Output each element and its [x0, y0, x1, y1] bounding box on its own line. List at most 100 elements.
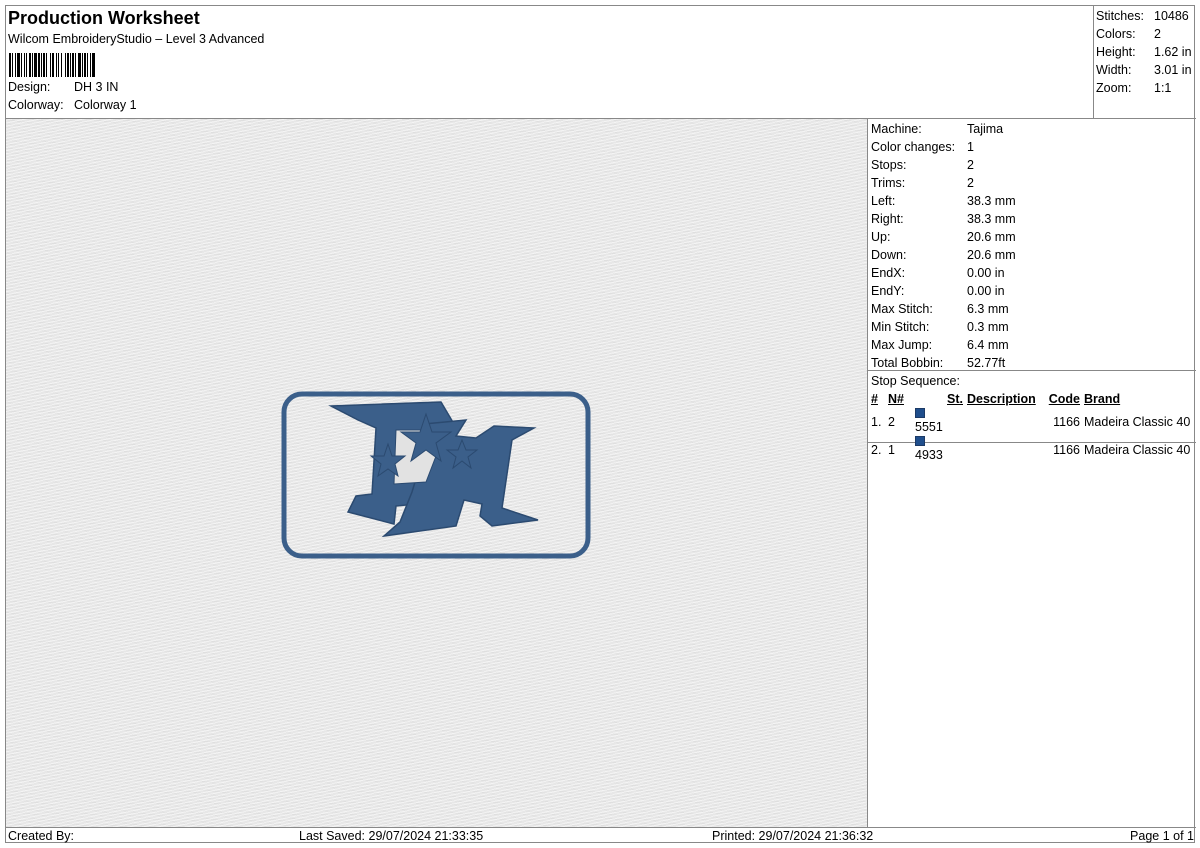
- machine-value: 20.6 mm: [967, 230, 1016, 244]
- row-brand: Madeira Classic 40: [1084, 443, 1191, 457]
- barcode-bar: [90, 53, 91, 77]
- barcode-bar: [43, 53, 45, 77]
- design-value: DH 3 IN: [74, 80, 119, 94]
- machine-value: 38.3 mm: [967, 194, 1016, 208]
- machine-info: Machine: Tajima Color changes: 1 Stops: 2 T…: [868, 119, 1196, 371]
- col-code: Code: [1048, 392, 1080, 406]
- summary-value: 3.01 in: [1154, 63, 1192, 77]
- machine-label: EndX:: [871, 266, 906, 280]
- barcode-bar: [52, 53, 54, 77]
- row-num: 2.: [871, 443, 882, 457]
- barcode-bar: [9, 53, 11, 77]
- summary-label: Stitches:: [1096, 9, 1144, 23]
- machine-value: 2: [967, 158, 974, 172]
- printed-date: Printed: 29/07/2024 21:36:32: [712, 829, 874, 843]
- machine-value: 0.00 in: [967, 266, 1005, 280]
- machine-row: Down: 20.6 mm: [871, 246, 1196, 264]
- machine-row: Left: 38.3 mm: [871, 192, 1196, 210]
- barcode-bar: [72, 53, 74, 77]
- row-code: 1166: [1053, 415, 1080, 429]
- summary-row: Zoom: 1:1: [1096, 79, 1196, 97]
- summary-value: 10486: [1154, 9, 1189, 23]
- summary-value: 2: [1154, 27, 1161, 41]
- summary-row: Width: 3.01 in: [1096, 61, 1196, 79]
- software-name: Wilcom EmbroideryStudio – Level 3 Advanc…: [8, 32, 265, 46]
- col-stitches: St.: [947, 392, 963, 406]
- barcode-bar: [12, 53, 13, 77]
- stop-sequence-title: Stop Sequence:: [871, 374, 960, 388]
- barcode-bar: [65, 53, 66, 77]
- colorway-row: Colorway: Colorway 1: [8, 96, 1088, 114]
- barcode-bar: [21, 53, 22, 77]
- colorway-label: Colorway:: [8, 98, 64, 112]
- design-row: Design: DH 3 IN: [8, 78, 1088, 96]
- machine-row: Right: 38.3 mm: [871, 210, 1196, 228]
- machine-value: 6.3 mm: [967, 302, 1009, 316]
- machine-label: Trims:: [871, 176, 906, 190]
- col-num: #: [871, 392, 878, 406]
- barcode-bar: [84, 53, 86, 77]
- barcode-bar: [67, 53, 69, 77]
- barcode-bar: [92, 53, 95, 77]
- machine-label: EndY:: [871, 284, 905, 298]
- machine-row: Machine: Tajima: [871, 120, 1196, 138]
- machine-label: Total Bobbin:: [871, 356, 944, 370]
- summary-label: Zoom:: [1096, 81, 1132, 95]
- row-needle: 1: [888, 443, 895, 457]
- machine-label: Stops:: [871, 158, 907, 172]
- barcode-bar: [26, 53, 27, 77]
- design-preview: [6, 119, 868, 827]
- machine-label: Left:: [871, 194, 896, 208]
- worksheet-footer: Created By: Last Saved: 29/07/2024 21:33…: [6, 827, 1196, 844]
- machine-value: 38.3 mm: [967, 212, 1016, 226]
- barcode-bar: [38, 53, 40, 77]
- barcode-bar: [58, 53, 59, 77]
- color-swatch: [915, 408, 925, 418]
- design-summary: Stitches: 10486 Colors: 2 Height: 1.62 in W…: [1093, 6, 1196, 119]
- machine-label: Min Stitch:: [871, 320, 930, 334]
- col-needle: N#: [888, 392, 904, 406]
- barcode-bar: [82, 53, 83, 77]
- row-num: 1.: [871, 415, 882, 429]
- summary-value: 1:1: [1154, 81, 1172, 95]
- barcode-icon: [9, 53, 95, 77]
- barcode-bar: [75, 53, 76, 77]
- worksheet-details: Machine: Tajima Color changes: 1 Stops: 2 T…: [868, 119, 1196, 827]
- worksheet-header: Production Worksheet Wilcom EmbroiderySt…: [6, 6, 1196, 119]
- barcode-bar: [34, 53, 37, 77]
- summary-value: 1.62 in: [1154, 45, 1192, 59]
- machine-row: Up: 20.6 mm: [871, 228, 1196, 246]
- stop-sequence: Stop Sequence: # N# St. Description Code…: [868, 371, 1196, 462]
- barcode-bar: [32, 53, 33, 77]
- barcode-bar: [29, 53, 31, 77]
- colorway-value: Colorway 1: [74, 98, 137, 112]
- col-brand: Brand: [1084, 392, 1121, 406]
- row-brand: Madeira Classic 40: [1084, 415, 1191, 429]
- summary-label: Height:: [1096, 45, 1136, 59]
- machine-value: 6.4 mm: [967, 338, 1009, 352]
- machine-value: 0.3 mm: [967, 320, 1009, 334]
- summary-row: Stitches: 10486: [1096, 7, 1196, 25]
- embroidery-logo: [281, 391, 591, 559]
- machine-row: Stops: 2: [871, 156, 1196, 174]
- row-stitches: 4933: [915, 448, 943, 462]
- machine-value: Tajima: [967, 122, 1004, 136]
- machine-label: Max Stitch:: [871, 302, 933, 316]
- page-number: Page 1 of 1: [1130, 829, 1194, 843]
- summary-row: Colors: 2: [1096, 25, 1196, 43]
- header-info: Production Worksheet Wilcom EmbroiderySt…: [8, 7, 1088, 119]
- stop-sequence-header: # N# St. Description Code Brand: [871, 390, 1196, 408]
- row-needle: 2: [888, 415, 895, 429]
- machine-value: 20.6 mm: [967, 248, 1016, 262]
- machine-value: 2: [967, 176, 974, 190]
- machine-row: EndY: 0.00 in: [871, 282, 1196, 300]
- created-by: Created By:: [8, 829, 75, 843]
- machine-label: Up:: [871, 230, 891, 244]
- table-row: 1. 2 5551 1166 Madeira Classic 40: [871, 408, 1196, 436]
- machine-label: Right:: [871, 212, 904, 226]
- machine-value: 1: [967, 140, 974, 154]
- col-description: Description: [967, 392, 1036, 406]
- color-swatch: [915, 436, 925, 446]
- barcode-bar: [17, 53, 20, 77]
- summary-label: Colors:: [1096, 27, 1136, 41]
